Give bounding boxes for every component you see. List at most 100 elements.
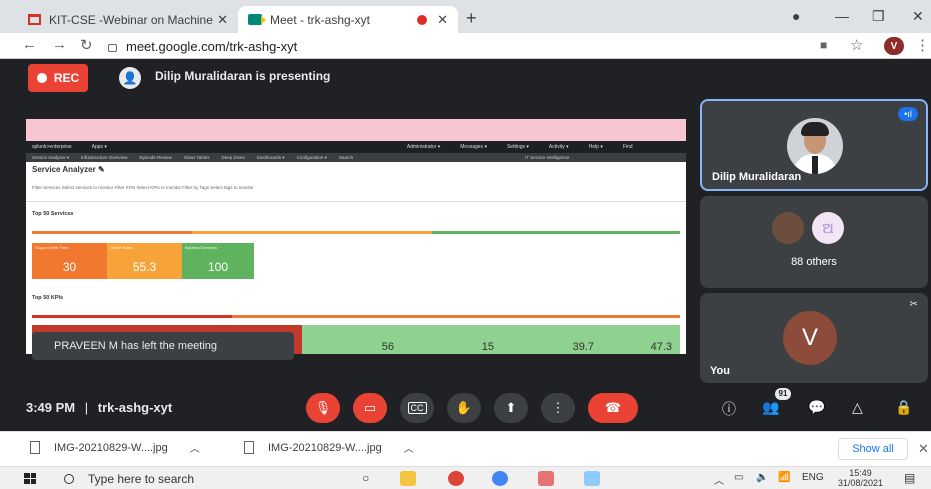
mic-off-icon: ✂ [909, 299, 918, 310]
volume-icon[interactable]: 🔈 [756, 472, 768, 483]
language-indicator[interactable]: ENG [802, 472, 824, 483]
chrome-icon[interactable] [448, 471, 464, 486]
recording-dot-icon [417, 14, 428, 25]
service-analyzer-title: Service Analyzer ✎ [32, 165, 105, 174]
participant-tile-presenter[interactable]: •ıl Dilip Muralidaran [700, 99, 928, 191]
clock-time: 15:49 [849, 468, 872, 478]
file-explorer-icon[interactable] [400, 471, 416, 486]
tray-chevron-icon[interactable]: ︿ [714, 472, 724, 487]
splunk-nav-item: Settings ▾ [506, 144, 529, 150]
search-placeholder: Type here to search [88, 471, 195, 486]
close-icon[interactable]: ✕ [437, 12, 448, 28]
new-tab-button[interactable]: + [466, 8, 477, 29]
url-field[interactable]: meet.google.com/trk-ashg-xyt [108, 35, 808, 57]
restore-icon[interactable]: ❐ [872, 8, 885, 25]
severity-bar [232, 315, 680, 318]
chevron-up-icon[interactable]: ︿ [190, 440, 200, 455]
close-icon[interactable]: ✕ [217, 12, 228, 28]
download-name: IMG-20210829-W....jpg [54, 441, 168, 454]
back-icon[interactable]: ← [22, 36, 37, 53]
leave-call-button[interactable]: ☎ [588, 393, 638, 423]
download-item[interactable]: IMG-20210829-W....jpg ︿ [30, 440, 200, 455]
tab-title: Meet - trk-ashg-xyt [270, 12, 371, 27]
left-meeting-toast: PRAVEEN M has left the meeting [32, 332, 294, 360]
kpi-tile[interactable]: 56 [302, 325, 402, 354]
kpi-value: 39.7 [572, 341, 594, 353]
host-controls-icon[interactable]: 🔒 [895, 399, 912, 416]
file-icon [244, 441, 254, 454]
participant-tile-others[interactable]: ଅ 88 others [700, 196, 928, 288]
kpi-tile[interactable]: 47.3 [602, 325, 680, 354]
people-icon[interactable]: 👥 [762, 399, 779, 416]
splunk-subnav: Service Analyzer ▾ Infrastructure Overvi… [26, 153, 686, 162]
forward-icon[interactable]: → [52, 36, 67, 53]
severity-bar [32, 315, 232, 318]
camera-toggle-button[interactable]: ▭ [353, 393, 387, 423]
service-tile[interactable]: Online Sales 55.3 [107, 243, 182, 279]
tab-meet[interactable]: Meet - trk-ashg-xyt ✕ [238, 6, 458, 33]
present-button[interactable]: ⬆ [494, 393, 528, 423]
activities-icon[interactable]: △ [852, 399, 863, 416]
splunk-subnav-item: IT Service Intelligence [525, 155, 570, 160]
network-icon[interactable]: ▭ [734, 472, 743, 483]
record-indicator-icon: ● [792, 8, 801, 24]
more-options-button[interactable]: ⋮ [541, 393, 575, 423]
reload-icon[interactable]: ↻ [80, 36, 93, 54]
chevron-up-icon[interactable]: ︿ [404, 440, 414, 455]
tab-webinar[interactable]: KIT-CSE -Webinar on Machine Le ✕ [18, 6, 238, 33]
app-icon[interactable] [538, 471, 554, 486]
minimize-icon[interactable]: — [835, 8, 849, 24]
shared-browser-chrome [26, 119, 686, 141]
kpi-tile[interactable]: 39.7 [502, 325, 602, 354]
windows-start-icon[interactable] [24, 473, 36, 484]
tile-value: 100 [207, 260, 229, 274]
kpi-value: 15 [481, 341, 494, 353]
splunk-subnav-item: Deep Dives [221, 155, 245, 160]
app-icon[interactable] [584, 471, 600, 486]
address-bar: ← → ↻ meet.google.com/trk-ashg-xyt ■ ☆ V… [0, 33, 931, 59]
download-item[interactable]: IMG-20210829-W....jpg ︿ [244, 440, 414, 455]
task-view-icon[interactable]: ○ [362, 471, 369, 485]
file-icon [30, 441, 40, 454]
download-name: IMG-20210829-W....jpg [268, 441, 382, 454]
participant-name: Dilip Muralidaran [712, 171, 802, 183]
captions-button[interactable]: CC [400, 393, 434, 423]
chat-icon[interactable]: 💬 [808, 399, 825, 416]
kpi-value: 56 [381, 341, 394, 353]
show-all-button[interactable]: Show all [838, 438, 908, 460]
info-icon[interactable]: ⓘ [722, 399, 736, 419]
rec-button[interactable]: REC [28, 64, 88, 92]
profile-avatar[interactable]: V [884, 37, 904, 55]
camera-icon[interactable]: ■ [820, 38, 827, 52]
divider [26, 201, 686, 202]
presenter-avatar: 👤 [119, 67, 141, 89]
severity-bar [192, 231, 432, 234]
kpi-tile[interactable]: 15 [402, 325, 502, 354]
tile-value: 30 [62, 260, 77, 274]
chrome-profile-icon[interactable] [492, 471, 508, 486]
participant-name: You [710, 365, 730, 377]
bookmark-star-icon[interactable]: ☆ [850, 36, 863, 54]
participant-tile-you[interactable]: ✂ V You [700, 293, 928, 383]
speaking-indicator-icon: •ıl [898, 107, 918, 121]
mic-toggle-button[interactable]: 🎙 [306, 393, 340, 423]
splunk-nav-item: Messages ▾ [460, 144, 487, 150]
service-tile[interactable]: Support Web Farm 30 [32, 243, 107, 279]
tab-title: KIT-CSE -Webinar on Machine Le [49, 12, 218, 27]
taskbar-search[interactable]: Type here to search [50, 467, 342, 489]
raise-hand-button[interactable]: ✋ [447, 393, 481, 423]
people-count-badge: 91 [775, 388, 791, 400]
self-avatar: V [783, 311, 837, 365]
wifi-icon[interactable]: 📶 [778, 472, 790, 483]
notifications-icon[interactable]: ▤ [904, 471, 915, 485]
present-icon: ⬆ [505, 400, 517, 415]
meeting-code: trk-ashg-xyt [97, 400, 173, 415]
lock-icon [108, 44, 117, 52]
clock-date: 31/08/2021 [838, 478, 884, 488]
window-close-icon[interactable]: ✕ [912, 8, 924, 25]
service-tile[interactable]: Backend Services 100 [182, 243, 254, 279]
meet-area: REC 👤 Dilip Muralidaran is presenting sp… [0, 59, 931, 431]
taskbar-clock[interactable]: 15:49 31/08/2021 [838, 468, 883, 488]
close-icon[interactable]: ✕ [918, 441, 929, 457]
menu-icon[interactable]: ⋮ [915, 36, 930, 54]
